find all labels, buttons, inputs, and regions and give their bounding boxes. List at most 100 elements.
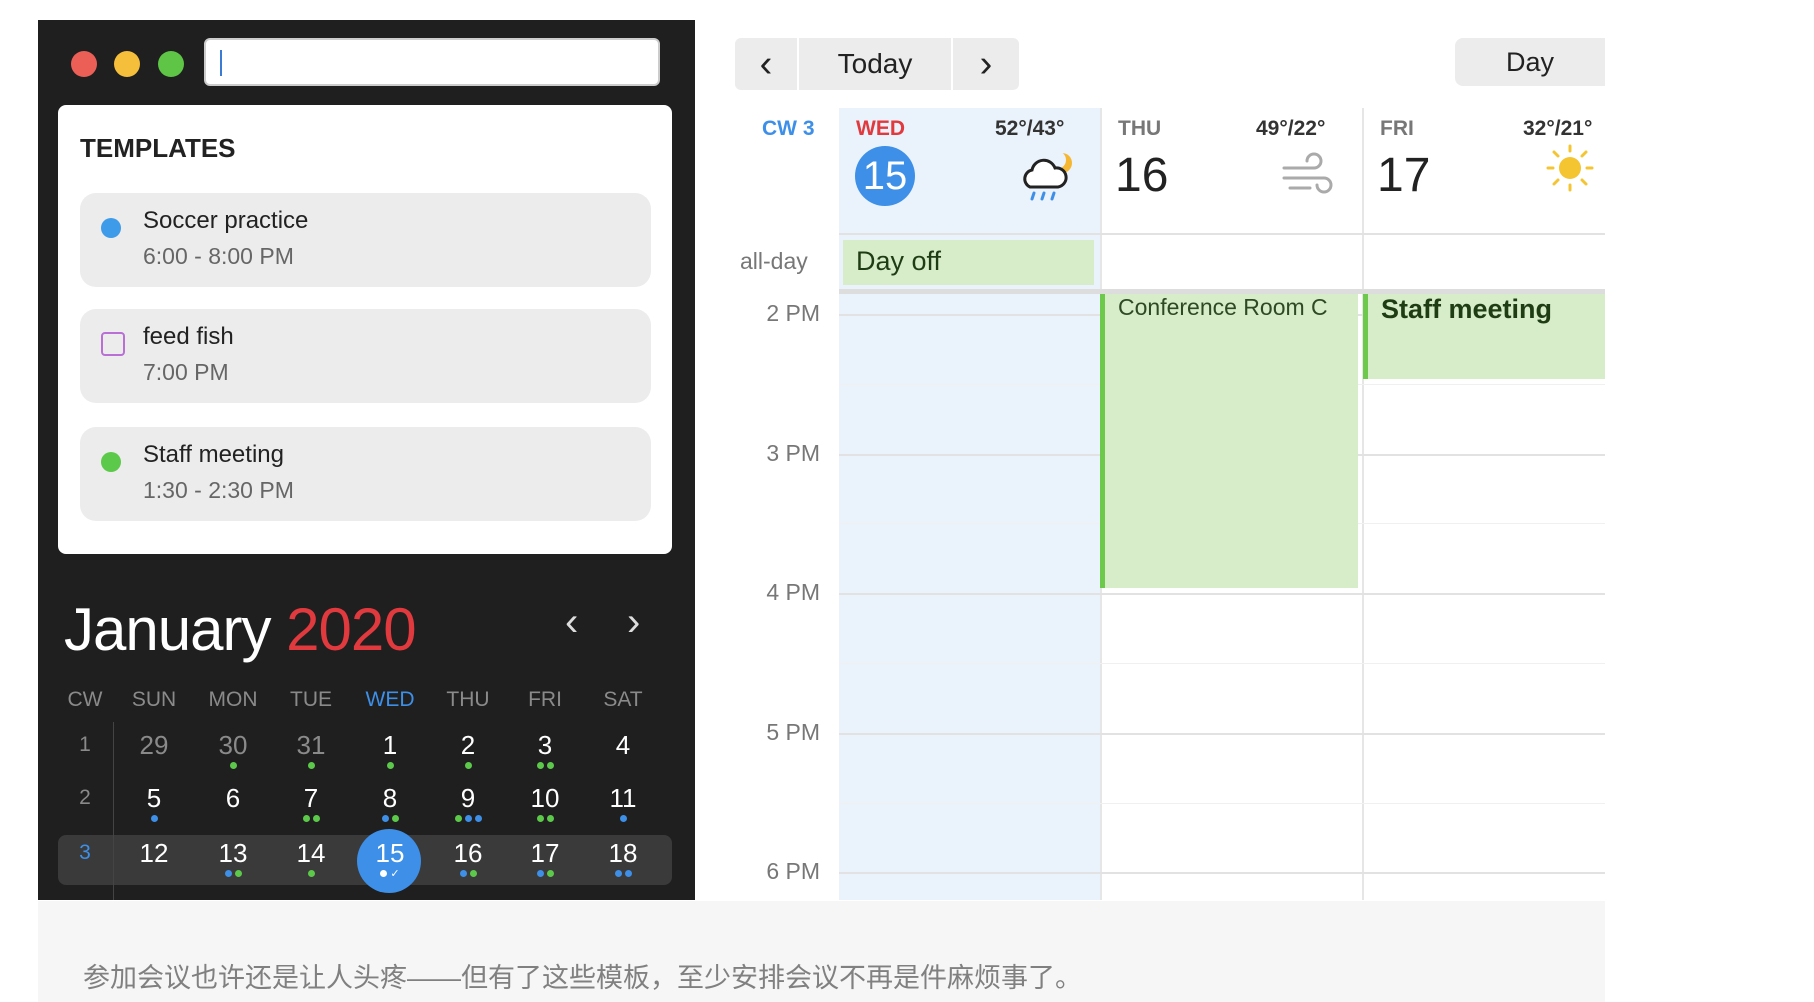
mini-calendar-day[interactable]: 18 xyxy=(588,838,658,878)
month-title: January 2020 xyxy=(64,595,417,664)
cw-divider xyxy=(113,722,114,900)
mini-calendar-day[interactable]: 31 xyxy=(276,730,346,770)
mini-calendar-day[interactable]: 4 xyxy=(588,730,658,770)
event-dot xyxy=(459,870,467,877)
previous-button[interactable]: ‹ xyxy=(735,38,799,90)
event-dot xyxy=(307,762,315,769)
mini-calendar-day[interactable]: 13 xyxy=(198,838,268,878)
chevron-left-icon: ‹ xyxy=(759,42,773,85)
navigation-group: ‹ Today › xyxy=(735,38,1019,90)
mini-calendar-day[interactable]: 6 xyxy=(198,783,268,823)
event-conference-room-c[interactable]: Conference Room C xyxy=(1100,294,1358,588)
half-hour-line xyxy=(839,802,1605,804)
minimize-window-button[interactable] xyxy=(114,51,140,77)
mini-calendar-day[interactable]: 11 xyxy=(588,783,658,823)
event-dot xyxy=(464,762,472,769)
event-title: Conference Room C xyxy=(1118,294,1328,320)
weekday-header: MON xyxy=(208,688,258,711)
event-staff-meeting[interactable]: Staff meeting xyxy=(1363,294,1605,379)
day-date[interactable]: 15 xyxy=(855,146,915,206)
caption-text: 参加会议也许还是让人头疼——但有了这些模板，至少安排会议不再是件麻烦事了。 xyxy=(83,963,1082,993)
mini-calendar-day[interactable]: 12 xyxy=(119,838,189,878)
event-dots xyxy=(588,870,658,878)
today-button[interactable]: Today xyxy=(799,38,951,90)
event-dots xyxy=(510,870,580,878)
event-dots xyxy=(433,762,503,770)
mini-calendar-day[interactable]: 8 xyxy=(355,783,425,823)
event-dot xyxy=(614,870,622,877)
day-number: 16 xyxy=(453,838,483,868)
week-number: 1 xyxy=(79,733,91,756)
close-window-button[interactable] xyxy=(71,51,97,77)
mini-calendar-day[interactable]: 2 xyxy=(433,730,503,770)
weekday-header: TUE xyxy=(290,688,332,711)
event-dot xyxy=(536,762,544,769)
event-dot xyxy=(546,762,554,769)
chevron-right-icon[interactable]: › xyxy=(627,600,640,645)
week-number: 2 xyxy=(79,786,91,809)
template-item[interactable]: Soccer practice 6:00 - 8:00 PM xyxy=(80,193,651,287)
mini-calendar-day[interactable]: 9 xyxy=(433,783,503,823)
hour-line xyxy=(839,593,1605,596)
search-input[interactable] xyxy=(204,38,660,86)
day-date[interactable]: 16 xyxy=(1115,148,1168,203)
mini-calendar-day[interactable]: 5 xyxy=(119,783,189,823)
event-dots xyxy=(588,815,658,823)
mini-calendar-day[interactable]: 3 xyxy=(510,730,580,770)
weekday-header: CW xyxy=(67,688,103,711)
mini-calendar-day[interactable]: 14 xyxy=(276,838,346,878)
template-item[interactable]: feed fish 7:00 PM xyxy=(80,309,651,403)
weekday-header: FRI xyxy=(528,688,562,711)
column-divider xyxy=(1362,108,1364,900)
event-title: Staff meeting xyxy=(1381,294,1553,324)
day-view-button[interactable]: Day xyxy=(1455,38,1605,86)
event-dot xyxy=(229,762,237,769)
mini-calendar-day[interactable]: 15 ✓ xyxy=(355,838,425,880)
day-number: 31 xyxy=(296,730,326,760)
event-dots xyxy=(119,762,189,770)
zoom-window-button[interactable] xyxy=(158,51,184,77)
event-dot xyxy=(546,815,554,822)
day-number: 5 xyxy=(146,783,162,813)
template-name: Staff meeting xyxy=(143,441,284,468)
day-number: 3 xyxy=(537,730,553,760)
mini-calendar-day[interactable]: 1 xyxy=(355,730,425,770)
mini-calendar-day[interactable]: 16 xyxy=(433,838,503,878)
mini-calendar-day[interactable]: 17 xyxy=(510,838,580,878)
calendar-dot-icon xyxy=(101,452,121,472)
day-number: 30 xyxy=(218,730,248,760)
event-dot xyxy=(454,815,462,822)
weekday-header: SUN xyxy=(131,688,177,711)
next-button[interactable]: › xyxy=(951,38,1019,90)
half-hour-line xyxy=(839,663,1605,664)
event-dot xyxy=(234,870,242,877)
event-dot xyxy=(312,815,320,822)
hour-line xyxy=(839,732,1605,735)
day-number: 9 xyxy=(460,783,476,813)
hour-label: 3 PM xyxy=(766,439,820,466)
day-date[interactable]: 17 xyxy=(1377,148,1430,203)
event-dot xyxy=(536,870,544,877)
day-name: FRI xyxy=(1380,117,1414,140)
day-number: 7 xyxy=(303,783,319,813)
wind-icon xyxy=(1282,152,1333,194)
temperature: 52°/43° xyxy=(995,117,1065,140)
event-dots xyxy=(276,870,346,878)
day-number: 14 xyxy=(296,838,326,868)
day-name: WED xyxy=(856,117,905,140)
all-day-event[interactable]: Day off xyxy=(843,240,1094,285)
event-dot xyxy=(302,815,310,822)
day-number: 17 xyxy=(530,838,560,868)
mini-calendar-day[interactable]: 10 xyxy=(510,783,580,823)
event-dot xyxy=(469,870,477,877)
reminder-checkbox-icon xyxy=(101,332,125,356)
mini-calendar-day[interactable]: 29 xyxy=(119,730,189,770)
event-dots xyxy=(588,762,658,770)
template-item[interactable]: Staff meeting 1:30 - 2:30 PM xyxy=(80,427,651,521)
event-dots xyxy=(198,815,268,823)
chevron-left-icon[interactable]: ‹ xyxy=(565,600,578,645)
year: 2020 xyxy=(286,596,416,663)
month-name: January xyxy=(64,596,271,663)
mini-calendar-day[interactable]: 7 xyxy=(276,783,346,823)
mini-calendar-day[interactable]: 30 xyxy=(198,730,268,770)
